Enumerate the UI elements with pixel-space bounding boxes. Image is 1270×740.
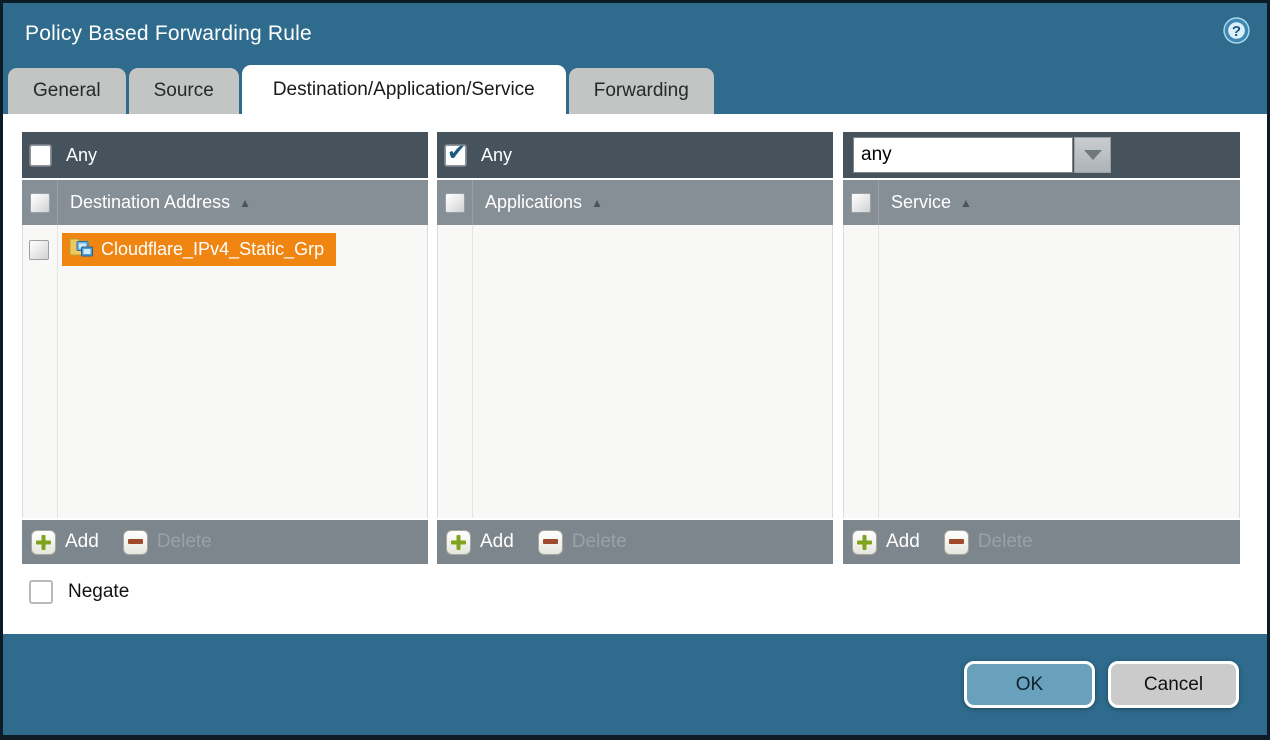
plus-icon [852, 530, 877, 555]
destination-footer: Add Delete [22, 518, 428, 564]
destination-item-checkbox[interactable] [29, 240, 49, 260]
tab-forwarding[interactable]: Forwarding [569, 68, 714, 114]
plus-icon [446, 530, 471, 555]
cancel-button[interactable]: Cancel [1108, 661, 1239, 708]
destination-address-panel: Any Destination Address ▲ [22, 132, 428, 564]
svg-text:?: ? [1232, 23, 1241, 40]
tab-content: Any Destination Address ▲ [3, 114, 1267, 634]
destination-column-header: Destination Address ▲ [22, 180, 428, 225]
destination-select-all-checkbox[interactable] [30, 193, 50, 213]
applications-column-header: Applications ▲ [437, 180, 833, 225]
pbf-rule-dialog: Policy Based Forwarding Rule ? General S… [0, 0, 1270, 740]
service-header-label[interactable]: Service ▲ [891, 192, 972, 213]
sort-ascending-icon: ▲ [239, 197, 251, 209]
service-select-all-checkbox[interactable] [851, 193, 871, 213]
service-dropdown-bar: any [843, 132, 1240, 178]
applications-any-checkbox[interactable] [445, 145, 466, 166]
destination-list: Cloudflare_IPv4_Static_Grp [22, 225, 428, 518]
service-add-button[interactable]: Add [852, 530, 920, 555]
negate-checkbox[interactable] [29, 580, 53, 604]
destination-any-bar: Any [22, 132, 428, 178]
destination-item-label: Cloudflare_IPv4_Static_Grp [101, 239, 324, 260]
tab-bar: General Source Destination/Application/S… [3, 65, 1267, 114]
help-icon[interactable]: ? [1222, 16, 1251, 45]
chevron-down-icon [1084, 150, 1102, 160]
minus-icon [538, 530, 563, 555]
tab-source[interactable]: Source [129, 68, 239, 114]
applications-list [437, 225, 833, 518]
service-column-header: Service ▲ [843, 180, 1240, 225]
tab-general[interactable]: General [8, 68, 126, 114]
list-item: Cloudflare_IPv4_Static_Grp [23, 225, 427, 266]
service-delete-button[interactable]: Delete [944, 530, 1033, 555]
tab-destination-application-service[interactable]: Destination/Application/Service [242, 65, 566, 114]
applications-any-bar: Any [437, 132, 833, 178]
applications-add-button[interactable]: Add [446, 530, 514, 555]
service-list [843, 225, 1240, 518]
negate-label: Negate [68, 581, 129, 603]
sort-ascending-icon: ▲ [960, 197, 972, 209]
applications-delete-button[interactable]: Delete [538, 530, 627, 555]
destination-any-checkbox[interactable] [30, 145, 51, 166]
service-dropdown-value[interactable]: any [853, 137, 1073, 173]
service-footer: Add Delete [843, 518, 1240, 564]
applications-any-label: Any [481, 145, 512, 166]
applications-select-all-checkbox[interactable] [445, 193, 465, 213]
address-group-icon [68, 235, 94, 264]
dialog-actions: OK Cancel [3, 634, 1267, 735]
applications-footer: Add Delete [437, 518, 833, 564]
destination-add-button[interactable]: Add [31, 530, 99, 555]
applications-header-label[interactable]: Applications ▲ [485, 192, 603, 213]
minus-icon [944, 530, 969, 555]
plus-icon [31, 530, 56, 555]
destination-header-label[interactable]: Destination Address ▲ [70, 192, 251, 213]
negate-row: Negate [29, 580, 1267, 604]
ok-button[interactable]: OK [964, 661, 1095, 708]
minus-icon [123, 530, 148, 555]
destination-delete-button[interactable]: Delete [123, 530, 212, 555]
dialog-titlebar: Policy Based Forwarding Rule ? [3, 3, 1267, 65]
service-panel: any Service ▲ [843, 132, 1240, 564]
applications-panel: Any Applications ▲ Add [437, 132, 833, 564]
destination-item-selected[interactable]: Cloudflare_IPv4_Static_Grp [62, 233, 336, 266]
destination-any-label: Any [66, 145, 97, 166]
dropdown-button[interactable] [1074, 137, 1111, 173]
service-mode-dropdown: any [853, 137, 1111, 173]
sort-ascending-icon: ▲ [591, 197, 603, 209]
dialog-title: Policy Based Forwarding Rule [25, 22, 312, 46]
